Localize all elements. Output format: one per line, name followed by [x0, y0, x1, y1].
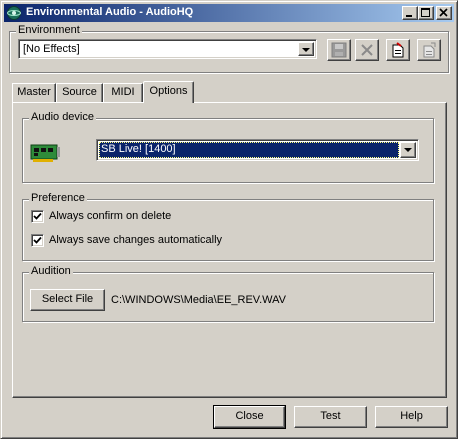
- tab-source[interactable]: Source: [56, 83, 103, 102]
- confirm-delete-label: Always confirm on delete: [49, 210, 172, 222]
- copy-document-icon: [423, 42, 436, 58]
- tab-master[interactable]: Master: [12, 83, 56, 102]
- chevron-down-icon: [302, 48, 310, 52]
- help-button[interactable]: Help: [375, 406, 448, 428]
- environment-group-label: Environment: [16, 24, 82, 36]
- audition-group-label: Audition: [29, 265, 73, 277]
- audio-device-group-label: Audio device: [29, 111, 96, 123]
- environment-dropdown-button[interactable]: [298, 42, 314, 56]
- select-file-button[interactable]: Select File: [30, 289, 105, 311]
- copy-environment-button[interactable]: [417, 39, 441, 61]
- minimize-button[interactable]: [402, 6, 418, 20]
- audiohq-window: Environmental Audio - AudioHQ Environmen…: [0, 0, 458, 439]
- window-title: Environmental Audio - AudioHQ: [26, 6, 194, 18]
- checkmark-icon: [33, 236, 42, 244]
- audio-device-dropdown-button[interactable]: [400, 142, 416, 158]
- maximize-button[interactable]: [418, 6, 434, 20]
- audio-device-select[interactable]: SB Live! [1400]: [96, 139, 419, 161]
- checkmark-icon: [33, 212, 42, 220]
- audio-device-value: SB Live! [1400]: [99, 142, 399, 158]
- options-tab-panel: Audio device SB Live! [1400] Preference: [12, 102, 447, 398]
- audition-file-path: C:\WINDOWS\Media\EE_REV.WAV: [111, 294, 287, 306]
- close-window-button[interactable]: [436, 6, 452, 20]
- delete-environment-button[interactable]: [355, 39, 379, 61]
- sound-card-icon: [30, 142, 62, 164]
- save-environment-button[interactable]: [327, 39, 351, 61]
- maximize-icon: [421, 8, 430, 17]
- floppy-disk-icon: [331, 42, 347, 58]
- title-bar[interactable]: Environmental Audio - AudioHQ: [4, 4, 454, 22]
- chevron-down-icon: [404, 148, 412, 152]
- auto-save-label: Always save changes automatically: [49, 234, 223, 246]
- minimize-icon: [406, 15, 412, 17]
- new-document-icon: [392, 42, 404, 58]
- preference-group-label: Preference: [29, 192, 87, 204]
- preference-group: Preference: [22, 192, 434, 261]
- test-button[interactable]: Test: [294, 406, 367, 428]
- environment-select[interactable]: [No Effects]: [18, 39, 317, 59]
- app-icon: [6, 5, 22, 21]
- tab-options[interactable]: Options: [143, 81, 194, 103]
- x-icon: [361, 44, 373, 56]
- environment-value: [No Effects]: [23, 43, 80, 55]
- auto-save-checkbox[interactable]: [31, 234, 44, 247]
- tab-midi[interactable]: MIDI: [103, 83, 143, 102]
- close-icon: [439, 8, 448, 17]
- confirm-delete-checkbox[interactable]: [31, 210, 44, 223]
- close-button[interactable]: Close: [213, 405, 286, 429]
- new-environment-button[interactable]: [386, 39, 410, 61]
